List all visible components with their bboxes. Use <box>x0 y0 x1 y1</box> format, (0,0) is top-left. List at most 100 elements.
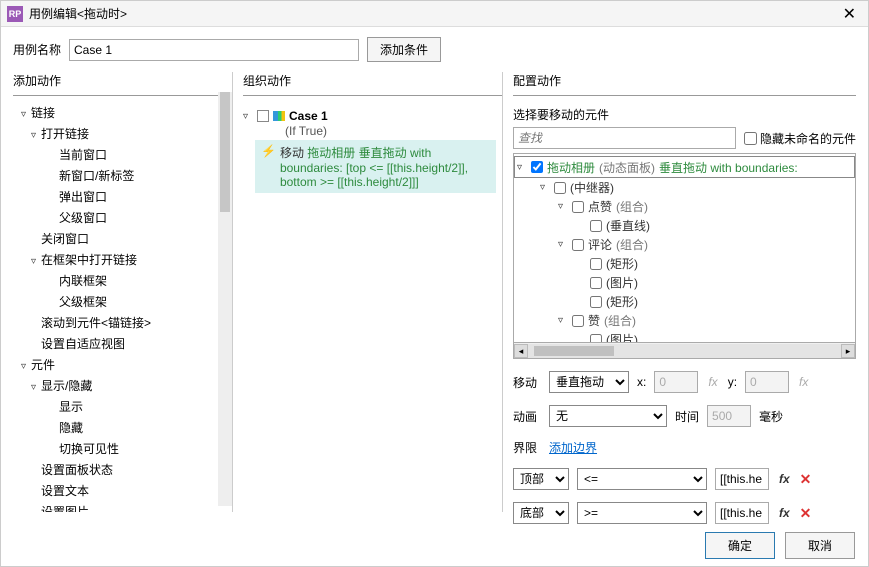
element-tree-row[interactable]: (矩形) <box>514 254 855 273</box>
case-label: Case 1 <box>289 109 328 123</box>
tree-node[interactable]: 设置面板状态 <box>13 459 226 480</box>
time-unit: 毫秒 <box>759 408 783 425</box>
x-input[interactable] <box>654 371 698 393</box>
y-label: y: <box>728 375 737 389</box>
element-type: (组合) <box>604 312 636 329</box>
element-checkbox[interactable] <box>590 277 602 289</box>
tree-node[interactable]: ▿在框架中打开链接 <box>13 249 226 270</box>
tree-node[interactable]: 新窗口/新标签 <box>13 165 226 186</box>
bound-value-input[interactable] <box>715 502 769 524</box>
hide-unnamed-input[interactable] <box>744 132 757 145</box>
tree-node[interactable]: 切换可见性 <box>13 438 226 459</box>
scroll-left-icon[interactable]: ◂ <box>514 344 528 358</box>
add-condition-button[interactable]: 添加条件 <box>367 37 441 62</box>
hide-unnamed-label: 隐藏未命名的元件 <box>760 130 856 147</box>
tree-node[interactable]: ▿链接 <box>13 102 226 123</box>
fx-icon[interactable]: fx <box>777 472 792 486</box>
fx-icon[interactable]: fx <box>797 375 810 389</box>
fx-icon[interactable]: fx <box>706 375 719 389</box>
op-select[interactable]: >= <box>577 502 707 524</box>
tree-node[interactable]: 内联框架 <box>13 270 226 291</box>
tree-node[interactable]: 设置文本 <box>13 480 226 501</box>
time-input[interactable] <box>707 405 751 427</box>
tree-node[interactable]: 父级框架 <box>13 291 226 312</box>
element-tree-row[interactable]: ▿拖动相册 (动态面板) 垂直拖动 with boundaries: <box>514 156 855 178</box>
element-checkbox[interactable] <box>554 182 566 194</box>
tree-arrow-icon: ▿ <box>21 109 31 120</box>
element-checkbox[interactable] <box>572 239 584 251</box>
organize-tree[interactable]: ▿ Case 1 (If True) ⚡ 移动 拖动相册 垂直拖动 with b… <box>233 102 502 199</box>
edge-select[interactable]: 底部 <box>513 502 569 524</box>
y-input[interactable] <box>745 371 789 393</box>
element-checkbox[interactable] <box>590 296 602 308</box>
element-checkbox[interactable] <box>590 334 602 344</box>
bound-row: 界限 添加边界 <box>513 439 856 456</box>
add-boundary-link[interactable]: 添加边界 <box>549 439 597 456</box>
delete-icon[interactable]: ✕ <box>800 471 812 488</box>
configure-action-column: 配置动作 选择要移动的元件 隐藏未命名的元件 ▿拖动相册 (动态面板) 垂直拖动… <box>503 72 856 512</box>
element-tree-row[interactable]: ▿点赞 (组合) <box>514 197 855 216</box>
element-tree-row[interactable]: (垂直线) <box>514 216 855 235</box>
tree-node[interactable]: 隐藏 <box>13 417 226 438</box>
element-checkbox[interactable] <box>590 220 602 232</box>
element-checkbox[interactable] <box>590 258 602 270</box>
close-icon[interactable]: ✕ <box>837 4 862 24</box>
element-name: 拖动相册 <box>547 159 595 176</box>
move-type-select[interactable]: 垂直拖动 <box>549 371 629 393</box>
element-checkbox[interactable] <box>531 161 543 173</box>
tree-node[interactable]: ▿元件 <box>13 354 226 375</box>
scrollbar[interactable] <box>218 92 232 506</box>
tree-node[interactable]: 父级窗口 <box>13 207 226 228</box>
element-checkbox[interactable] <box>572 315 584 327</box>
case-name-input[interactable] <box>69 39 359 61</box>
action-tree[interactable]: ▿链接▿打开链接当前窗口新窗口/新标签弹出窗口父级窗口关闭窗口▿在框架中打开链接… <box>13 102 232 512</box>
anim-select[interactable]: 无 <box>549 405 667 427</box>
tree-node[interactable]: 滚动到元件<锚链接> <box>13 312 226 333</box>
action-item[interactable]: ⚡ 移动 拖动相册 垂直拖动 with boundaries: [top <= … <box>255 140 496 193</box>
bolt-icon: ⚡ <box>261 144 276 189</box>
element-name: 赞 <box>588 312 600 329</box>
tree-node[interactable]: 设置自适应视图 <box>13 333 226 354</box>
tree-node[interactable]: 设置图片 <box>13 501 226 512</box>
tree-node[interactable]: ▿显示/隐藏 <box>13 375 226 396</box>
edge-select[interactable]: 顶部 <box>513 468 569 490</box>
window-title: 用例编辑<拖动时> <box>29 5 837 22</box>
tree-arrow-icon: ▿ <box>558 201 568 212</box>
element-checkbox[interactable] <box>572 201 584 213</box>
tree-arrow-icon: ▿ <box>517 162 527 173</box>
hide-unnamed-checkbox[interactable]: 隐藏未命名的元件 <box>744 130 856 147</box>
op-select[interactable]: <= <box>577 468 707 490</box>
fx-icon[interactable]: fx <box>777 506 792 520</box>
cancel-button[interactable]: 取消 <box>785 532 855 559</box>
tree-node[interactable]: 当前窗口 <box>13 144 226 165</box>
configure-action-header: 配置动作 <box>513 72 856 96</box>
bound-value-input[interactable] <box>715 468 769 490</box>
delete-icon[interactable]: ✕ <box>800 505 812 522</box>
tree-node[interactable]: 关闭窗口 <box>13 228 226 249</box>
element-tree[interactable]: ▿拖动相册 (动态面板) 垂直拖动 with boundaries:▿(中继器)… <box>513 153 856 343</box>
h-scrollbar[interactable]: ◂ ▸ <box>513 343 856 359</box>
tree-arrow-icon: ▿ <box>31 382 41 393</box>
scroll-right-icon[interactable]: ▸ <box>841 344 855 358</box>
tree-node[interactable]: 显示 <box>13 396 226 417</box>
element-tree-row[interactable]: (图片) <box>514 330 855 343</box>
element-tree-row[interactable]: ▿(中继器) <box>514 178 855 197</box>
tree-node[interactable]: ▿打开链接 <box>13 123 226 144</box>
select-element-title: 选择要移动的元件 <box>513 106 856 123</box>
tree-node[interactable]: 弹出窗口 <box>13 186 226 207</box>
element-tree-row[interactable]: (矩形) <box>514 292 855 311</box>
search-input[interactable] <box>513 127 736 149</box>
tree-arrow-icon: ▿ <box>31 256 41 267</box>
case-row[interactable]: ▿ Case 1 <box>239 108 496 124</box>
boundary-row: 顶部 <= fx ✕ <box>513 468 856 490</box>
element-extra: 垂直拖动 with boundaries: <box>659 159 798 176</box>
if-true-label: (If True) <box>239 124 496 138</box>
element-tree-row[interactable]: ▿赞 (组合) <box>514 311 855 330</box>
move-label: 移动 <box>513 374 541 391</box>
action-text: 移动 拖动相册 垂直拖动 with boundaries: [top <= [[… <box>280 144 490 189</box>
element-tree-row[interactable]: ▿评论 (组合) <box>514 235 855 254</box>
ok-button[interactable]: 确定 <box>705 532 775 559</box>
case-name-row: 用例名称 添加条件 <box>1 27 868 72</box>
element-tree-row[interactable]: (图片) <box>514 273 855 292</box>
element-type: (组合) <box>616 236 648 253</box>
